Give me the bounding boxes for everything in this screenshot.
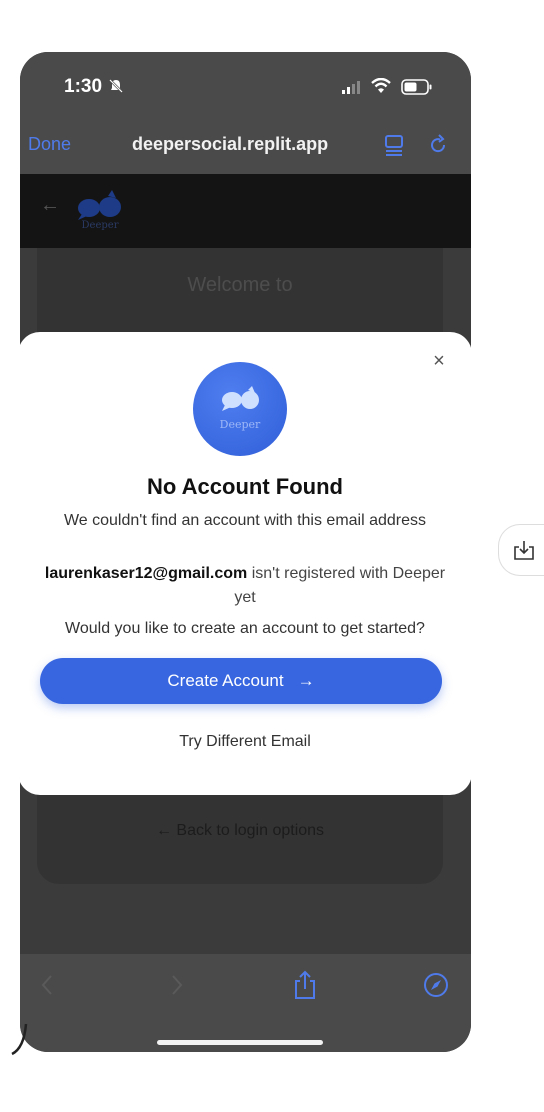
compass-icon[interactable] xyxy=(423,970,449,1000)
close-icon[interactable]: × xyxy=(428,350,450,372)
email-suffix: isn't registered with Deeper yet xyxy=(234,565,446,606)
download-tab[interactable] xyxy=(498,524,544,576)
create-account-button[interactable]: Create Account → xyxy=(40,658,442,704)
battery-icon xyxy=(401,79,432,95)
create-account-label: Create Account xyxy=(167,671,284,690)
reader-icon[interactable] xyxy=(384,134,404,156)
modal-title: No Account Found xyxy=(147,474,343,499)
status-bar: 1:30 xyxy=(20,52,471,122)
browser-toolbar: Done deepersocial.replit.app xyxy=(20,122,471,174)
forward-nav-icon[interactable] xyxy=(164,970,190,1000)
back-nav-icon[interactable] xyxy=(34,970,60,1000)
try-different-email-button[interactable]: Try Different Email xyxy=(18,733,472,751)
welcome-heading: Welcome to xyxy=(187,274,293,296)
email-address: laurenkaser12@gmail.com xyxy=(44,565,248,582)
corner-mark xyxy=(11,1023,28,1056)
download-icon xyxy=(514,541,534,560)
wifi-icon xyxy=(371,78,391,93)
no-account-modal: × Deeper No Account Found We couldn't fi… xyxy=(18,332,472,795)
reload-icon[interactable] xyxy=(428,134,448,156)
email-message: laurenkaser12@gmail.com isn't registered… xyxy=(38,562,452,610)
create-question: Would you like to create an account to g… xyxy=(65,620,425,637)
signal-icon xyxy=(342,81,360,94)
deeper-avatar: Deeper xyxy=(193,362,287,456)
browser-bottom-bar xyxy=(20,954,471,1052)
app-header: ← Deeper xyxy=(20,174,471,248)
home-indicator xyxy=(157,1040,323,1045)
modal-subtitle: We couldn't find an account with this em… xyxy=(63,512,427,529)
avatar-text: Deeper xyxy=(219,418,261,431)
status-time: 1:30 xyxy=(64,76,103,97)
quote-bubbles-icon xyxy=(222,386,259,411)
back-arrow-icon[interactable]: ← xyxy=(40,194,60,217)
share-icon[interactable] xyxy=(292,970,318,1000)
arrow-right-icon: → xyxy=(297,671,315,690)
bell-slash-icon xyxy=(109,79,123,93)
done-button[interactable]: Done xyxy=(28,134,71,155)
logo-text: Deeper xyxy=(81,220,119,231)
back-to-login-link[interactable]: ← Back to login options xyxy=(37,822,443,840)
url-label[interactable]: deepersocial.replit.app xyxy=(132,134,328,155)
